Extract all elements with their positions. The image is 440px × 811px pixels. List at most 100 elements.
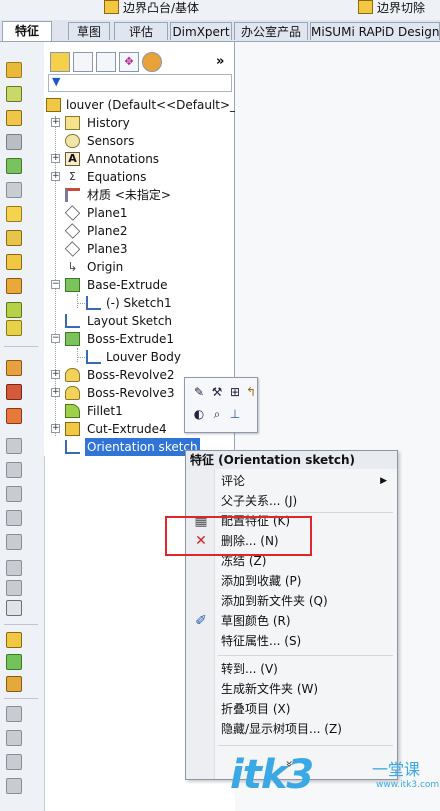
tab-misumi-rapid-design[interactable]: MiSUMi RAPiD Design — [310, 22, 440, 40]
tab-sketch[interactable]: 草图 — [68, 22, 110, 40]
configuration-manager-tab-icon[interactable] — [96, 52, 116, 72]
expand-icon[interactable]: + — [51, 172, 60, 181]
reference-geometry-icon[interactable] — [6, 534, 22, 550]
tab-dimxpert[interactable]: DimXpert — [170, 22, 232, 40]
boundary-cut-icon — [358, 0, 373, 14]
tree-item-layout-sketch[interactable]: Layout Sketch — [44, 312, 234, 330]
mirror-icon[interactable] — [6, 510, 22, 526]
boundary-cut-tool-icon[interactable] — [6, 302, 22, 318]
menu-item-add-to-new-folder[interactable]: 添加到新文件夹 (Q) — [186, 591, 397, 611]
expand-icon[interactable]: + — [51, 154, 60, 163]
tab-evaluate[interactable]: 评估 — [114, 22, 168, 40]
swept-boss-icon[interactable] — [6, 110, 22, 126]
menu-item-add-to-favorites[interactable]: 添加到收藏 (P) — [186, 571, 397, 591]
boundary-boss-button[interactable]: 边界凸台/基体 — [104, 0, 199, 18]
tree-item-label: (-) Sketch1 — [106, 296, 172, 310]
indent-icon[interactable] — [6, 778, 22, 794]
instant3d-icon[interactable] — [6, 580, 22, 596]
menu-item-comment[interactable]: 评论 ▶ — [186, 471, 397, 491]
tree-item-equations[interactable]: + Σ Equations — [44, 168, 234, 186]
split-line-icon[interactable] — [6, 676, 22, 692]
tree-root-label: louver (Default<<Default>_ — [66, 98, 237, 112]
menu-item-parent-child[interactable]: 父子关系... (J) — [186, 491, 397, 511]
freeform-icon[interactable] — [6, 706, 22, 722]
normal-to-icon[interactable]: ⊥ — [227, 406, 243, 422]
revolve-feature-icon — [65, 386, 80, 400]
hole-wizard-icon[interactable] — [6, 206, 22, 222]
tree-item-boss-extrude1[interactable]: − Boss-Extrude1 — [44, 330, 234, 348]
tree-root-part[interactable]: louver (Default<<Default>_ — [44, 96, 237, 114]
menu-item-sketch-color[interactable]: ✐ 草图颜色 (R) — [186, 611, 397, 631]
tree-item-history[interactable]: + History — [44, 114, 234, 132]
expand-icon[interactable]: + — [51, 424, 60, 433]
tree-item-label: 材质 <未指定> — [87, 188, 171, 202]
tree-item-annotations[interactable]: + A Annotations — [44, 150, 234, 168]
menu-item-feature-properties[interactable]: 特征属性... (S) — [186, 631, 397, 651]
shell-icon[interactable] — [6, 438, 22, 454]
expand-icon[interactable]: + — [51, 118, 60, 127]
collapse-icon[interactable]: − — [51, 334, 60, 343]
plane-icon — [64, 223, 81, 239]
hide-show-icon[interactable]: ⊞ — [227, 384, 243, 400]
tree-item-origin[interactable]: ↳ Origin — [44, 258, 234, 276]
collapse-icon[interactable]: − — [51, 280, 60, 289]
revolved-boss-icon[interactable] — [6, 86, 22, 102]
extruded-cut-icon[interactable] — [6, 182, 22, 198]
menu-item-collapse-items[interactable]: 折叠项目 (X) — [186, 699, 397, 719]
edit-sketch-icon[interactable]: ✎ — [191, 384, 207, 400]
delete-face-icon[interactable] — [6, 654, 22, 670]
swept-cut-icon[interactable] — [6, 254, 22, 270]
tree-item-label: Orientation sketch — [85, 438, 200, 456]
toolbar-separator — [4, 346, 38, 347]
deform-icon[interactable] — [6, 754, 22, 770]
revolved-cut-icon[interactable] — [6, 230, 22, 246]
tree-filter-input[interactable]: ▼ — [48, 74, 232, 92]
wrap-icon[interactable] — [6, 462, 22, 478]
feature-manager-tab-icon[interactable] — [50, 52, 70, 72]
dome-icon[interactable] — [6, 600, 22, 616]
sketch-icon — [65, 440, 80, 454]
zoom-to-selection-icon[interactable]: ⌕ — [209, 406, 225, 422]
linear-pattern-icon[interactable] — [6, 360, 22, 376]
lofted-boss-icon[interactable] — [6, 134, 22, 150]
rib-icon[interactable] — [6, 384, 22, 400]
tree-item-plane2[interactable]: Plane2 — [44, 222, 234, 240]
menu-item-create-new-folder[interactable]: 生成新文件夹 (W) — [186, 679, 397, 699]
tree-item-material[interactable]: 材质 <未指定> — [44, 186, 234, 204]
dimxpert-manager-tab-icon[interactable]: ✥ — [119, 52, 139, 72]
tab-features[interactable]: 特征 — [2, 21, 52, 41]
select-other-icon[interactable]: ◐ — [191, 406, 207, 422]
curves-icon[interactable] — [6, 560, 22, 576]
edit-feature-icon[interactable]: ⚒ — [209, 384, 225, 400]
tree-item-label: Origin — [87, 260, 124, 274]
rollback-icon[interactable]: ↰ — [243, 384, 259, 400]
annotations-icon: A — [65, 152, 80, 166]
tab-office-products[interactable]: 办公室产品 — [234, 22, 308, 40]
display-manager-tab-icon[interactable] — [142, 52, 162, 72]
boundary-boss-tool-icon[interactable] — [6, 158, 22, 174]
move-face-icon[interactable] — [6, 632, 22, 648]
draft-icon[interactable] — [6, 408, 22, 424]
expand-icon[interactable]: + — [51, 370, 60, 379]
menu-item-hide-show-tree-items[interactable]: 隐藏/显示树项目... (Z) — [186, 719, 397, 739]
menu-item-go-to[interactable]: 转到... (V) — [186, 659, 397, 679]
extruded-boss-icon[interactable] — [6, 62, 22, 78]
fillet-icon[interactable] — [6, 320, 22, 336]
tree-item-louver-body[interactable]: Louver Body — [44, 348, 234, 366]
boundary-cut-button[interactable]: 边界切除 — [358, 0, 425, 18]
tree-item-label: Plane1 — [87, 206, 128, 220]
tree-item-plane1[interactable]: Plane1 — [44, 204, 234, 222]
property-manager-tab-icon[interactable] — [73, 52, 93, 72]
expand-panel-icon[interactable]: » — [216, 54, 224, 69]
intersect-icon[interactable] — [6, 486, 22, 502]
equations-icon: Σ — [69, 170, 76, 183]
flex-icon[interactable] — [6, 730, 22, 746]
lofted-cut-icon[interactable] — [6, 278, 22, 294]
tree-item-plane3[interactable]: Plane3 — [44, 240, 234, 258]
menu-item-label: 父子关系... (J) — [221, 494, 298, 508]
menu-item-label: 特征属性... (S) — [221, 634, 302, 648]
tree-item-sketch1[interactable]: (-) Sketch1 — [44, 294, 234, 312]
tree-item-base-extrude[interactable]: − Base-Extrude — [44, 276, 234, 294]
expand-icon[interactable]: + — [51, 388, 60, 397]
tree-item-sensors[interactable]: Sensors — [44, 132, 234, 150]
